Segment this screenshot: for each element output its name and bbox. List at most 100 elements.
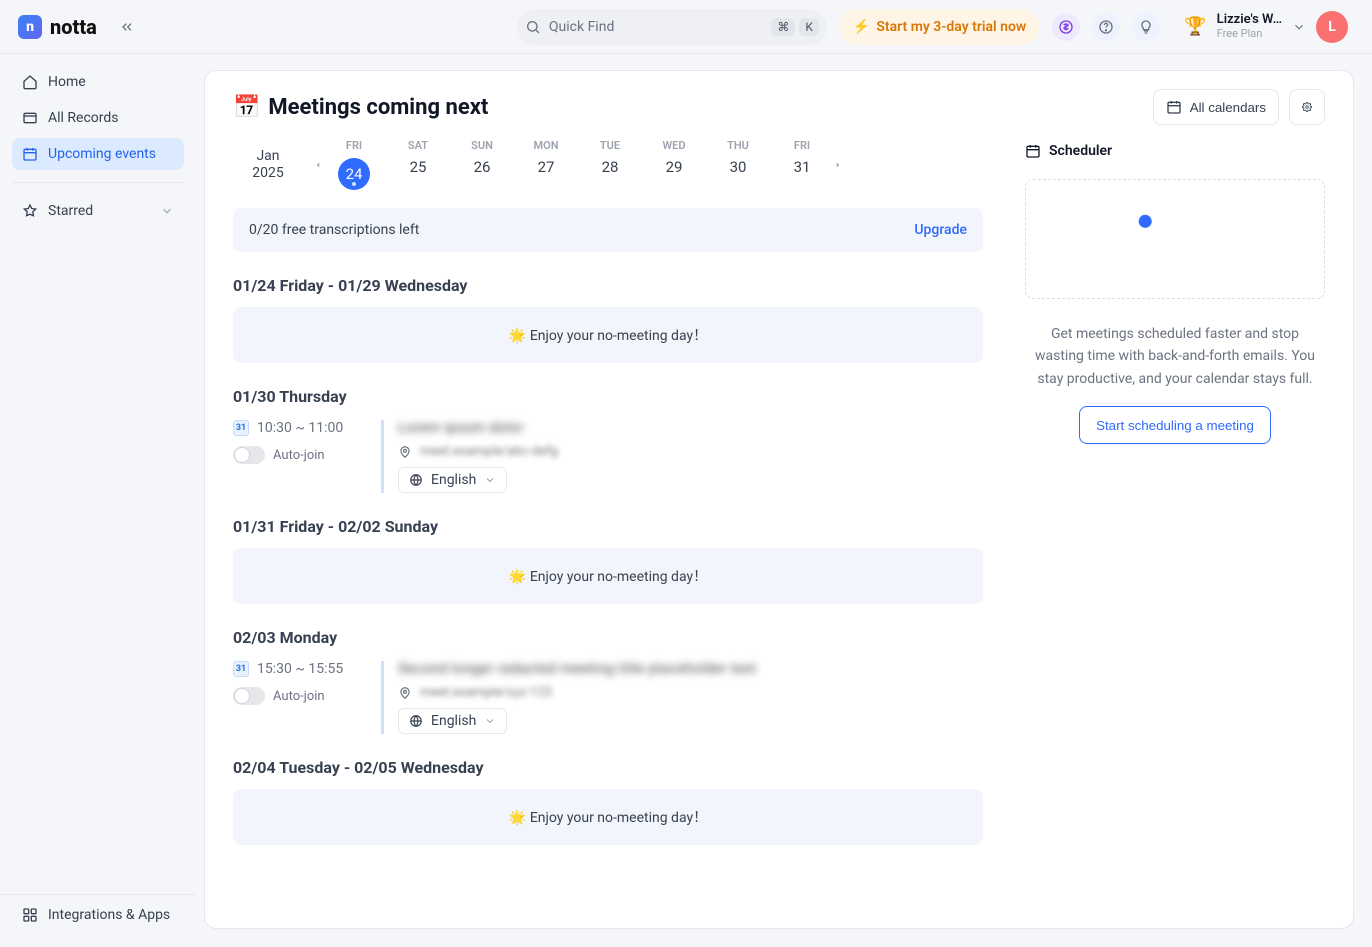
day-of-week: FRI	[333, 139, 375, 152]
transcriptions-banner: 0/20 free transcriptions left Upgrade	[233, 208, 983, 252]
all-calendars-button[interactable]: All calendars	[1153, 89, 1279, 125]
day-cell[interactable]: MON 27	[525, 139, 567, 190]
sidebar-item-starred[interactable]: Starred	[12, 195, 184, 227]
meeting-location: meet.example/xyz-123	[420, 685, 552, 700]
google-calendar-icon: 31	[233, 420, 249, 436]
chevron-down-icon	[1292, 20, 1306, 34]
day-of-week: MON	[525, 139, 567, 152]
chevron-down-icon	[484, 715, 496, 727]
meeting-title: Second longer redacted meeting title pla…	[398, 661, 983, 677]
language-select[interactable]: English	[398, 467, 507, 493]
day-of-week: THU	[717, 139, 759, 152]
search-shortcut: ⌘K	[771, 18, 819, 36]
day-cell[interactable]: FRI 24	[333, 139, 375, 190]
day-number: 31	[781, 158, 823, 176]
day-cell[interactable]: SAT 25	[397, 139, 439, 190]
credits-icon[interactable]	[1052, 13, 1080, 41]
no-meeting-banner: 🌟 Enjoy your no-meeting day！	[233, 789, 983, 845]
auto-join-toggle[interactable]	[233, 446, 265, 464]
logo[interactable]: n notta	[18, 15, 97, 39]
day-cell[interactable]: SUN 26	[461, 139, 503, 190]
language-label: English	[431, 472, 476, 488]
sidebar-item-label: All Records	[48, 110, 119, 126]
bolt-icon: ⚡	[853, 19, 870, 35]
avatar[interactable]: L	[1316, 11, 1348, 43]
day-number: 26	[461, 158, 503, 176]
day-of-week: TUE	[589, 139, 631, 152]
all-calendars-label: All calendars	[1190, 100, 1266, 115]
start-scheduling-button[interactable]: Start scheduling a meeting	[1079, 406, 1271, 444]
globe-icon	[409, 473, 423, 487]
day-cell[interactable]: WED29	[653, 139, 695, 190]
sidebar-item-all-records[interactable]: All Records	[12, 102, 184, 134]
sidebar: Home All Records Upcoming events Starred	[0, 54, 196, 947]
hint-icon[interactable]	[1132, 13, 1160, 41]
scheduler-title: Scheduler	[1025, 143, 1325, 159]
day-of-week: SAT	[397, 139, 439, 152]
auto-join-toggle[interactable]	[233, 687, 265, 705]
search-placeholder: Quick Find	[549, 19, 614, 35]
day-of-week: SUN	[461, 139, 503, 152]
day-number: 30	[717, 158, 759, 176]
auto-join-label: Auto-join	[273, 689, 325, 704]
date-range-heading: 02/04 Tuesday - 02/05 Wednesday	[233, 758, 983, 777]
sidebar-item-integrations[interactable]: Integrations & Apps	[0, 894, 196, 935]
sidebar-item-home[interactable]: Home	[12, 66, 184, 98]
day-cell[interactable]: THU 30	[717, 139, 759, 190]
meeting-location: meet.example/abc-defg	[420, 444, 558, 459]
calendar-emoji-icon: 📅	[233, 95, 260, 120]
day-number: 24	[338, 158, 370, 190]
date-range-heading: 01/31 Friday - 02/02 Sunday	[233, 517, 983, 536]
help-icon[interactable]	[1092, 13, 1120, 41]
day-number: 25	[397, 158, 439, 176]
meeting-row[interactable]: 3110:30 ~ 11:00Auto-joinLorem ipsum dolo…	[233, 420, 983, 493]
records-icon	[22, 110, 38, 126]
sidebar-item-label: Starred	[48, 203, 93, 219]
calendar-icon	[1166, 99, 1182, 115]
day-cell[interactable]: TUE 28	[589, 139, 631, 190]
language-label: English	[431, 713, 476, 729]
next-week-button[interactable]	[827, 145, 849, 185]
scheduler-description: Get meetings scheduled faster and stop w…	[1025, 323, 1325, 390]
calendar-icon	[1025, 143, 1041, 159]
prev-week-button[interactable]	[307, 145, 329, 185]
user-name: Lizzie's W…	[1217, 13, 1282, 27]
no-meeting-banner: 🌟 Enjoy your no-meeting day！	[233, 307, 983, 363]
account-menu[interactable]: 🏆 Lizzie's W… Free Plan L	[1172, 9, 1356, 45]
meeting-row[interactable]: 3115:30 ~ 15:55 Auto-join Second longer re…	[233, 661, 983, 734]
user-meta: Lizzie's W… Free Plan	[1217, 13, 1282, 39]
logo-mark-icon: n	[18, 15, 42, 39]
month-year: Jan 2025	[233, 148, 303, 182]
topbar: n notta Quick Find ⌘K ⚡ Start my 3-day t…	[0, 0, 1372, 54]
search-input[interactable]: Quick Find ⌘K	[517, 9, 827, 45]
search-icon	[525, 19, 541, 35]
settings-button[interactable]	[1289, 89, 1325, 125]
no-meeting-banner: 🌟 Enjoy your no-meeting day！	[233, 548, 983, 604]
brand-name: notta	[50, 15, 97, 39]
meeting-time: 3115:30 ~ 15:55	[233, 661, 363, 677]
day-number: 27	[525, 158, 567, 176]
day-of-week: FRI	[781, 139, 823, 152]
day-cell[interactable]: FRI 31	[781, 139, 823, 190]
language-select[interactable]: English	[398, 708, 507, 734]
date-strip: Jan 2025 FRI 24 SAT 25 SUN 26 MON 27 TUE 28 WED29 T…	[233, 139, 983, 190]
day-number: 28	[589, 158, 631, 176]
transcriptions-left: 0/20 free transcriptions left	[249, 222, 419, 238]
chevron-down-icon	[160, 204, 174, 218]
start-trial-button[interactable]: ⚡ Start my 3-day trial now	[839, 9, 1040, 45]
google-calendar-icon: 31	[233, 661, 249, 677]
scheduler-illustration	[1025, 179, 1325, 299]
sidebar-item-upcoming-events[interactable]: Upcoming events	[12, 138, 184, 170]
location-icon	[398, 686, 412, 700]
meeting-title: Lorem ipsum dolor	[398, 420, 983, 436]
collapse-sidebar-icon[interactable]	[113, 13, 141, 41]
trophy-icon: 🏆	[1184, 16, 1206, 37]
date-range-heading: 01/30 Thursday	[233, 387, 983, 406]
home-icon	[22, 74, 38, 90]
apps-icon	[22, 907, 38, 923]
upgrade-link[interactable]: Upgrade	[914, 222, 967, 238]
sidebar-item-label: Upcoming events	[48, 146, 156, 162]
star-icon	[22, 203, 38, 219]
trial-label: Start my 3-day trial now	[876, 19, 1026, 35]
page-title: 📅 Meetings coming next	[233, 95, 488, 120]
